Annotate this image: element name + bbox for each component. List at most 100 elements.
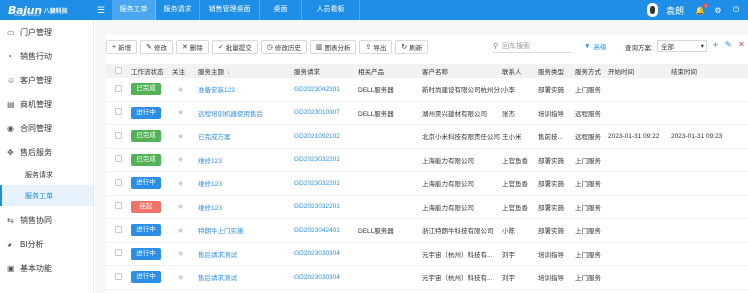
row-topic[interactable]: 维修123 bbox=[198, 202, 294, 212]
row-request[interactable]: GD2023032201 bbox=[294, 156, 358, 163]
delete-plan-icon[interactable]: ✕ bbox=[738, 40, 745, 50]
table-row[interactable]: 挂起 ★ 维修123 GD2023032201 上海能力有限公司 上官鱼香 部署实施 上门服务 bbox=[106, 196, 748, 219]
row-checkbox[interactable] bbox=[115, 272, 122, 280]
row-checkbox[interactable] bbox=[115, 249, 122, 257]
status-badge[interactable]: 已完成 bbox=[131, 83, 161, 96]
edit-plan-icon[interactable]: ✎ bbox=[725, 40, 732, 50]
status-badge[interactable]: 已完成 bbox=[131, 130, 161, 143]
status-badge[interactable]: 挂起 bbox=[131, 200, 161, 213]
row-topic[interactable]: 远程培训机器使用售后 bbox=[198, 108, 294, 118]
status-badge[interactable]: 进行中 bbox=[131, 106, 161, 119]
refresh-button[interactable]: ↻ 刷新 bbox=[395, 40, 429, 54]
sidebar-item-opportunity[interactable]: ▤ 商机管理 bbox=[0, 92, 93, 116]
status-badge[interactable]: 进行中 bbox=[131, 271, 161, 284]
status-badge[interactable]: 进行中 bbox=[131, 247, 161, 260]
search-input[interactable]: ⚲ 回车搜索 bbox=[493, 40, 571, 53]
row-topic[interactable]: 已完成方案 bbox=[198, 131, 294, 141]
row-request[interactable]: GD2023032201 bbox=[294, 180, 358, 187]
table-row[interactable]: 进行中 ★ 特朗牛上门实施 GD2023042401 DELL服务器 浙江特朗牛科技有限公… bbox=[106, 219, 748, 243]
history-button[interactable]: ◷ 修改历史 bbox=[260, 40, 307, 54]
query-plan-select[interactable]: 全部 ▾ bbox=[657, 40, 707, 52]
row-topic[interactable]: 维修123 bbox=[198, 178, 294, 188]
sidebar-sub-service-request[interactable]: 服务请求 bbox=[0, 164, 93, 185]
row-checkbox[interactable] bbox=[115, 225, 122, 233]
table-row[interactable]: 进行中 ★ 售后请求测试 GD2023030304 元宇宙（杭州）科技有... 刘宇 培训指… bbox=[106, 243, 748, 266]
sidebar-item-sales[interactable]: ◔ 销售行动 bbox=[0, 44, 93, 68]
star-icon[interactable]: ★ bbox=[177, 132, 184, 141]
add-plan-icon[interactable]: + bbox=[713, 40, 718, 50]
status-badge[interactable]: 已完成 bbox=[131, 153, 161, 166]
power-icon[interactable]: ⏻ bbox=[730, 5, 742, 15]
col-type[interactable]: 服务类型 bbox=[538, 66, 575, 76]
batch-submit-button[interactable]: ✓ 批量提交 bbox=[211, 40, 258, 54]
avatar[interactable] bbox=[646, 3, 658, 17]
col-follow[interactable]: 关注 bbox=[172, 66, 198, 76]
tab-staff-board[interactable]: 人员看板 bbox=[302, 0, 360, 20]
sidebar-item-basic[interactable]: ▣ 基本功能 bbox=[0, 256, 93, 280]
row-request[interactable]: GD2021092102 bbox=[294, 133, 358, 140]
status-badge[interactable]: 进行中 bbox=[131, 224, 161, 237]
tab-service-request[interactable]: 服务请求 bbox=[156, 0, 200, 20]
col-topic[interactable]: 服务主题 ↓ bbox=[198, 66, 294, 76]
table-row[interactable]: 进行中 ★ 远程培训机器使用售后 GD2023010307 DELL服务器 湖州昊兴建材有… bbox=[106, 102, 748, 125]
row-checkbox[interactable] bbox=[115, 131, 122, 139]
advanced-search-button[interactable]: ▼ 高级 bbox=[584, 41, 606, 52]
row-topic[interactable]: 准备安装123 bbox=[198, 84, 294, 94]
sidebar-item-portal[interactable]: ▭ 门户管理 bbox=[0, 20, 93, 44]
star-icon[interactable]: ★ bbox=[177, 273, 184, 282]
col-customer[interactable]: 客户名称 bbox=[422, 66, 502, 76]
row-checkbox[interactable] bbox=[115, 155, 122, 163]
row-request[interactable]: GD2023010307 bbox=[294, 109, 358, 116]
star-icon[interactable]: ★ bbox=[177, 226, 184, 235]
row-request[interactable]: GD2023030304 bbox=[294, 250, 358, 257]
select-all-checkbox[interactable] bbox=[115, 66, 122, 74]
col-product[interactable]: 相关产品 bbox=[358, 66, 422, 76]
table-row[interactable]: 已完成 ★ 准备安装123 GD2023042301 DELL服务器 新时尚建设有限公司杭… bbox=[106, 78, 748, 102]
bell-icon[interactable]: 🔔 1 bbox=[694, 2, 708, 15]
table-row[interactable]: 已完成 ★ 已完成方案 GD2021092102 北京小米科技有限责任公司 王小米 售前技.… bbox=[106, 125, 748, 149]
row-request[interactable]: GD2023032201 bbox=[294, 203, 358, 210]
row-checkbox[interactable] bbox=[115, 108, 122, 116]
star-icon[interactable]: ★ bbox=[177, 85, 184, 94]
row-topic[interactable]: 售后请求测试 bbox=[198, 249, 294, 259]
star-icon[interactable]: ★ bbox=[177, 155, 184, 164]
star-icon[interactable]: ★ bbox=[177, 108, 184, 117]
edit-button[interactable]: ✎ 修改 bbox=[140, 40, 173, 54]
row-request[interactable]: GD2023042301 bbox=[294, 86, 358, 93]
status-badge[interactable]: 进行中 bbox=[131, 177, 161, 190]
new-button[interactable]: + 新增 bbox=[106, 40, 138, 54]
table-row[interactable]: 进行中 ★ 售后请求测试 GD2023030304 元宇宙（杭州）科技有... 刘宇 培训指… bbox=[106, 266, 748, 290]
star-icon[interactable]: ★ bbox=[177, 249, 184, 258]
row-request[interactable]: GD2023042401 bbox=[294, 227, 358, 234]
col-method[interactable]: 服务方式 bbox=[575, 66, 608, 76]
sidebar-sub-service-order[interactable]: 服务工单 bbox=[0, 185, 93, 206]
gear-icon[interactable]: ⚙ bbox=[712, 6, 724, 15]
col-contact[interactable]: 联系人 bbox=[502, 66, 538, 76]
tab-sales-desktop[interactable]: 销售管理桌面 bbox=[200, 0, 260, 20]
row-checkbox[interactable] bbox=[115, 178, 122, 186]
delete-button[interactable]: ✕ 删除 bbox=[175, 40, 209, 54]
star-icon[interactable]: ★ bbox=[177, 179, 184, 188]
tab-desktop[interactable]: 桌面 bbox=[260, 0, 302, 20]
col-request[interactable]: 服务请求 bbox=[294, 66, 358, 76]
row-checkbox[interactable] bbox=[115, 84, 122, 92]
menu-icon[interactable]: ☰ bbox=[92, 5, 110, 16]
row-topic[interactable]: 维修123 bbox=[198, 155, 294, 165]
sort-down-icon[interactable]: ↓ bbox=[227, 69, 230, 76]
chart-button[interactable]: ▥ 图表分析 bbox=[309, 40, 357, 54]
row-topic[interactable]: 售后请求测试 bbox=[198, 272, 294, 282]
sidebar-item-customer[interactable]: ☺ 客户管理 bbox=[0, 68, 93, 92]
star-icon[interactable]: ★ bbox=[177, 202, 184, 211]
sidebar-item-bi[interactable]: ◕ BI分析 bbox=[0, 232, 93, 256]
sidebar-item-collab[interactable]: ⇆ 销售协同 bbox=[0, 208, 93, 232]
export-button[interactable]: ⇪ 导出 bbox=[359, 40, 393, 54]
sidebar-item-contract[interactable]: ◉ 合同管理 bbox=[0, 116, 93, 140]
row-topic[interactable]: 特朗牛上门实施 bbox=[198, 225, 294, 235]
user-name[interactable]: 袁朗 bbox=[666, 4, 684, 17]
row-checkbox[interactable] bbox=[115, 202, 122, 210]
col-start[interactable]: 开始时间 bbox=[608, 66, 671, 76]
sidebar-item-after-sales[interactable]: ✥ 售后服务 bbox=[0, 140, 93, 164]
tab-service-order[interactable]: 服务工单 bbox=[112, 0, 156, 20]
row-request[interactable]: GD2023030304 bbox=[294, 274, 358, 281]
table-row[interactable]: 进行中 ★ 维修123 GD2023032201 上海能力有限公司 上官鱼香 部署实施 上门服… bbox=[106, 172, 748, 196]
